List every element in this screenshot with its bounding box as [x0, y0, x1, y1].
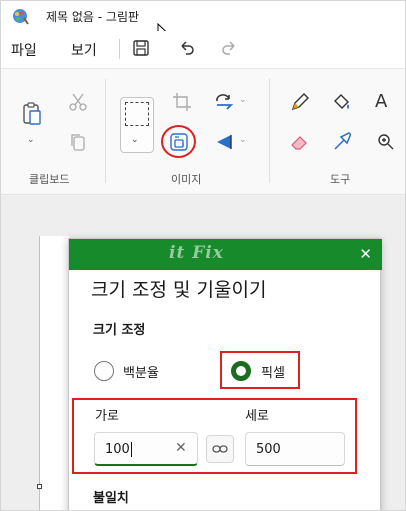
resize-highlight-circle [161, 125, 196, 158]
close-icon[interactable]: ✕ [359, 245, 372, 263]
flip-chevron-icon[interactable]: ⌄ [239, 135, 247, 145]
select-chevron-icon: ⌄ [131, 135, 139, 145]
select-button[interactable]: ⌄ [120, 97, 154, 153]
copy-icon[interactable] [67, 131, 89, 153]
pencil-icon[interactable] [289, 91, 311, 113]
percent-label: 백분율 [123, 366, 159, 381]
window-title: 제목 없음 - 그림판 [46, 10, 140, 24]
undo-icon[interactable] [177, 38, 197, 58]
eraser-icon[interactable] [289, 131, 311, 153]
group-label-image: 이미지 [171, 173, 202, 186]
clear-input-icon[interactable]: ✕ [175, 440, 187, 456]
cut-icon[interactable] [67, 91, 89, 113]
group-label-clipboard: 클립보드 [29, 173, 70, 186]
vertical-value: 500 [256, 442, 281, 457]
resize-section-label: 크기 조정 [93, 323, 146, 338]
pixel-radio[interactable] [231, 361, 251, 381]
selection-rect-icon [125, 102, 149, 126]
dialog-title: 크기 조정 및 기울이기 [91, 279, 267, 301]
paint-app-icon [13, 9, 29, 25]
dialog-header: it Fix ✕ [69, 239, 382, 270]
skew-section-label: 불일치 [93, 491, 129, 506]
horizontal-value: 100 [105, 442, 130, 457]
menu-divider [119, 39, 120, 59]
ribbon-divider [105, 79, 106, 183]
horizontal-label: 가로 [95, 409, 119, 424]
watermark: it Fix [169, 243, 224, 263]
text-caret [130, 442, 133, 457]
crop-icon[interactable] [171, 91, 193, 113]
paste-icon[interactable] [21, 101, 43, 127]
rotate-icon[interactable] [213, 91, 235, 113]
pixel-label: 픽셀 [261, 366, 285, 381]
color-picker-icon[interactable] [331, 131, 353, 153]
rotate-chevron-icon[interactable]: ⌄ [239, 95, 247, 105]
link-icon [212, 445, 228, 453]
paint-window: 제목 없음 - 그림판 파일 보기 ⌄ 클립보드 ⌄ ⌄ ⌄ 이미지 A 도구 … [0, 0, 406, 511]
flip-icon[interactable] [213, 131, 235, 153]
resize-skew-dialog: it Fix ✕ 크기 조정 및 기울이기 크기 조정 백분율 픽셀 가로 세로… [68, 238, 382, 510]
vertical-label: 세로 [245, 409, 269, 424]
redo-icon[interactable] [219, 38, 239, 58]
lock-aspect-ratio-button[interactable] [206, 435, 234, 463]
ribbon: ⌄ 클립보드 ⌄ ⌄ ⌄ 이미지 A 도구 [1, 69, 405, 195]
menu-view[interactable]: 보기 [71, 40, 97, 60]
save-icon[interactable] [131, 38, 151, 58]
paste-chevron-icon[interactable]: ⌄ [27, 135, 35, 145]
percent-radio[interactable] [94, 361, 114, 381]
menu-bar: 파일 보기 [1, 31, 405, 69]
magnifier-icon[interactable] [375, 131, 397, 153]
title-bar: 제목 없음 - 그림판 [1, 1, 405, 41]
ribbon-divider [269, 79, 270, 183]
group-label-tools: 도구 [330, 173, 351, 186]
drawing-canvas[interactable] [39, 236, 69, 510]
canvas-resize-handle[interactable] [37, 484, 42, 489]
vertical-input[interactable]: 500 [245, 432, 345, 466]
fill-bucket-icon[interactable] [331, 91, 353, 113]
menu-file[interactable]: 파일 [11, 40, 37, 60]
text-tool-icon[interactable]: A [375, 91, 387, 112]
